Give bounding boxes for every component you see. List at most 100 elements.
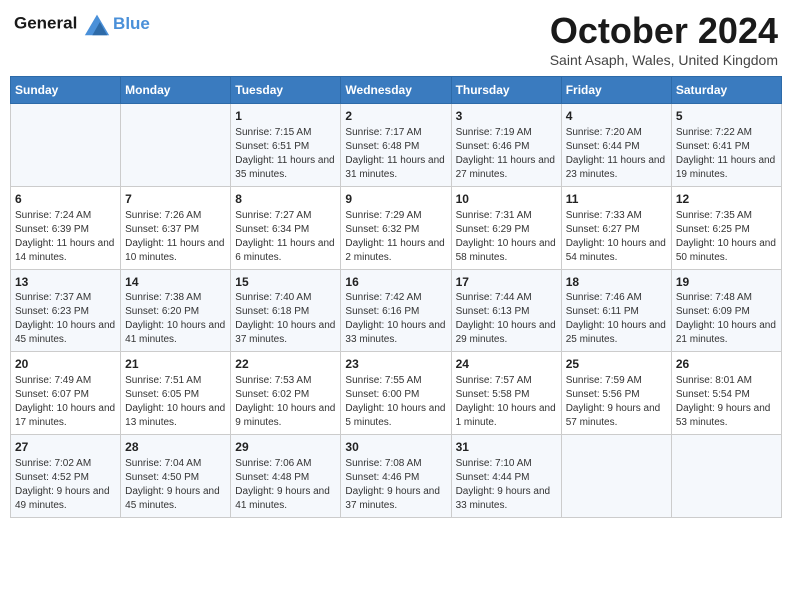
day-info: Sunrise: 7:33 AMSunset: 6:27 PMDaylight:… (566, 209, 667, 265)
day-info: Sunrise: 7:57 AMSunset: 5:58 PMDaylight:… (456, 374, 557, 430)
calendar-cell: 21Sunrise: 7:51 AMSunset: 6:05 PMDayligh… (121, 352, 231, 435)
calendar-cell: 14Sunrise: 7:38 AMSunset: 6:20 PMDayligh… (121, 269, 231, 352)
day-number: 21 (125, 356, 226, 373)
day-number: 24 (456, 356, 557, 373)
day-number: 14 (125, 274, 226, 291)
weekday-header: Thursday (451, 77, 561, 104)
calendar-cell (671, 435, 781, 518)
day-info: Sunrise: 7:55 AMSunset: 6:00 PMDaylight:… (345, 374, 446, 430)
day-number: 3 (456, 108, 557, 125)
weekday-header: Wednesday (341, 77, 451, 104)
calendar-cell: 26Sunrise: 8:01 AMSunset: 5:54 PMDayligh… (671, 352, 781, 435)
calendar-cell: 8Sunrise: 7:27 AMSunset: 6:34 PMDaylight… (231, 186, 341, 269)
weekday-header: Friday (561, 77, 671, 104)
calendar-cell: 9Sunrise: 7:29 AMSunset: 6:32 PMDaylight… (341, 186, 451, 269)
calendar-cell: 24Sunrise: 7:57 AMSunset: 5:58 PMDayligh… (451, 352, 561, 435)
day-number: 23 (345, 356, 446, 373)
calendar-cell: 17Sunrise: 7:44 AMSunset: 6:13 PMDayligh… (451, 269, 561, 352)
calendar-cell: 16Sunrise: 7:42 AMSunset: 6:16 PMDayligh… (341, 269, 451, 352)
day-info: Sunrise: 7:17 AMSunset: 6:48 PMDaylight:… (345, 126, 446, 182)
calendar-week-row: 27Sunrise: 7:02 AMSunset: 4:52 PMDayligh… (11, 435, 782, 518)
calendar-cell: 6Sunrise: 7:24 AMSunset: 6:39 PMDaylight… (11, 186, 121, 269)
day-info: Sunrise: 7:51 AMSunset: 6:05 PMDaylight:… (125, 374, 226, 430)
logo-line2: Blue (113, 14, 150, 33)
day-number: 2 (345, 108, 446, 125)
day-number: 28 (125, 439, 226, 456)
day-number: 26 (676, 356, 777, 373)
day-info: Sunrise: 7:08 AMSunset: 4:46 PMDaylight:… (345, 457, 446, 513)
calendar-table: SundayMondayTuesdayWednesdayThursdayFrid… (10, 76, 782, 518)
calendar-cell: 23Sunrise: 7:55 AMSunset: 6:00 PMDayligh… (341, 352, 451, 435)
calendar-header-row: SundayMondayTuesdayWednesdayThursdayFrid… (11, 77, 782, 104)
day-number: 7 (125, 191, 226, 208)
day-info: Sunrise: 7:19 AMSunset: 6:46 PMDaylight:… (456, 126, 557, 182)
calendar-cell (121, 104, 231, 187)
calendar-cell: 25Sunrise: 7:59 AMSunset: 5:56 PMDayligh… (561, 352, 671, 435)
day-info: Sunrise: 7:31 AMSunset: 6:29 PMDaylight:… (456, 209, 557, 265)
calendar-cell: 22Sunrise: 7:53 AMSunset: 6:02 PMDayligh… (231, 352, 341, 435)
day-number: 8 (235, 191, 336, 208)
calendar-body: 1Sunrise: 7:15 AMSunset: 6:51 PMDaylight… (11, 104, 782, 518)
day-number: 31 (456, 439, 557, 456)
month-title: October 2024 (550, 10, 778, 52)
day-info: Sunrise: 7:38 AMSunset: 6:20 PMDaylight:… (125, 291, 226, 347)
day-info: Sunrise: 7:02 AMSunset: 4:52 PMDaylight:… (15, 457, 116, 513)
day-number: 10 (456, 191, 557, 208)
calendar-cell: 1Sunrise: 7:15 AMSunset: 6:51 PMDaylight… (231, 104, 341, 187)
day-info: Sunrise: 8:01 AMSunset: 5:54 PMDaylight:… (676, 374, 777, 430)
day-number: 25 (566, 356, 667, 373)
calendar-cell: 5Sunrise: 7:22 AMSunset: 6:41 PMDaylight… (671, 104, 781, 187)
day-number: 29 (235, 439, 336, 456)
day-info: Sunrise: 7:53 AMSunset: 6:02 PMDaylight:… (235, 374, 336, 430)
calendar-week-row: 6Sunrise: 7:24 AMSunset: 6:39 PMDaylight… (11, 186, 782, 269)
day-info: Sunrise: 7:37 AMSunset: 6:23 PMDaylight:… (15, 291, 116, 347)
calendar-cell: 20Sunrise: 7:49 AMSunset: 6:07 PMDayligh… (11, 352, 121, 435)
day-info: Sunrise: 7:26 AMSunset: 6:37 PMDaylight:… (125, 209, 226, 265)
day-info: Sunrise: 7:44 AMSunset: 6:13 PMDaylight:… (456, 291, 557, 347)
day-info: Sunrise: 7:35 AMSunset: 6:25 PMDaylight:… (676, 209, 777, 265)
logo-line1: General (14, 13, 77, 32)
day-number: 27 (15, 439, 116, 456)
day-number: 18 (566, 274, 667, 291)
calendar-cell: 28Sunrise: 7:04 AMSunset: 4:50 PMDayligh… (121, 435, 231, 518)
weekday-header: Sunday (11, 77, 121, 104)
day-info: Sunrise: 7:48 AMSunset: 6:09 PMDaylight:… (676, 291, 777, 347)
day-number: 11 (566, 191, 667, 208)
location-subtitle: Saint Asaph, Wales, United Kingdom (550, 52, 778, 68)
day-number: 13 (15, 274, 116, 291)
day-info: Sunrise: 7:10 AMSunset: 4:44 PMDaylight:… (456, 457, 557, 513)
calendar-week-row: 1Sunrise: 7:15 AMSunset: 6:51 PMDaylight… (11, 104, 782, 187)
day-info: Sunrise: 7:20 AMSunset: 6:44 PMDaylight:… (566, 126, 667, 182)
day-number: 15 (235, 274, 336, 291)
title-block: October 2024 Saint Asaph, Wales, United … (550, 10, 778, 68)
calendar-cell: 2Sunrise: 7:17 AMSunset: 6:48 PMDaylight… (341, 104, 451, 187)
calendar-cell: 3Sunrise: 7:19 AMSunset: 6:46 PMDaylight… (451, 104, 561, 187)
day-info: Sunrise: 7:15 AMSunset: 6:51 PMDaylight:… (235, 126, 336, 182)
calendar-cell: 31Sunrise: 7:10 AMSunset: 4:44 PMDayligh… (451, 435, 561, 518)
day-info: Sunrise: 7:40 AMSunset: 6:18 PMDaylight:… (235, 291, 336, 347)
day-info: Sunrise: 7:27 AMSunset: 6:34 PMDaylight:… (235, 209, 336, 265)
calendar-cell: 13Sunrise: 7:37 AMSunset: 6:23 PMDayligh… (11, 269, 121, 352)
calendar-cell: 12Sunrise: 7:35 AMSunset: 6:25 PMDayligh… (671, 186, 781, 269)
calendar-cell (561, 435, 671, 518)
day-info: Sunrise: 7:04 AMSunset: 4:50 PMDaylight:… (125, 457, 226, 513)
calendar-cell (11, 104, 121, 187)
day-number: 20 (15, 356, 116, 373)
day-info: Sunrise: 7:49 AMSunset: 6:07 PMDaylight:… (15, 374, 116, 430)
calendar-cell: 15Sunrise: 7:40 AMSunset: 6:18 PMDayligh… (231, 269, 341, 352)
weekday-header: Saturday (671, 77, 781, 104)
day-info: Sunrise: 7:06 AMSunset: 4:48 PMDaylight:… (235, 457, 336, 513)
weekday-header: Tuesday (231, 77, 341, 104)
day-number: 5 (676, 108, 777, 125)
calendar-cell: 29Sunrise: 7:06 AMSunset: 4:48 PMDayligh… (231, 435, 341, 518)
weekday-header: Monday (121, 77, 231, 104)
day-number: 30 (345, 439, 446, 456)
day-number: 1 (235, 108, 336, 125)
day-number: 19 (676, 274, 777, 291)
calendar-cell: 4Sunrise: 7:20 AMSunset: 6:44 PMDaylight… (561, 104, 671, 187)
calendar-cell: 18Sunrise: 7:46 AMSunset: 6:11 PMDayligh… (561, 269, 671, 352)
day-info: Sunrise: 7:59 AMSunset: 5:56 PMDaylight:… (566, 374, 667, 430)
day-info: Sunrise: 7:42 AMSunset: 6:16 PMDaylight:… (345, 291, 446, 347)
calendar-week-row: 20Sunrise: 7:49 AMSunset: 6:07 PMDayligh… (11, 352, 782, 435)
day-info: Sunrise: 7:29 AMSunset: 6:32 PMDaylight:… (345, 209, 446, 265)
